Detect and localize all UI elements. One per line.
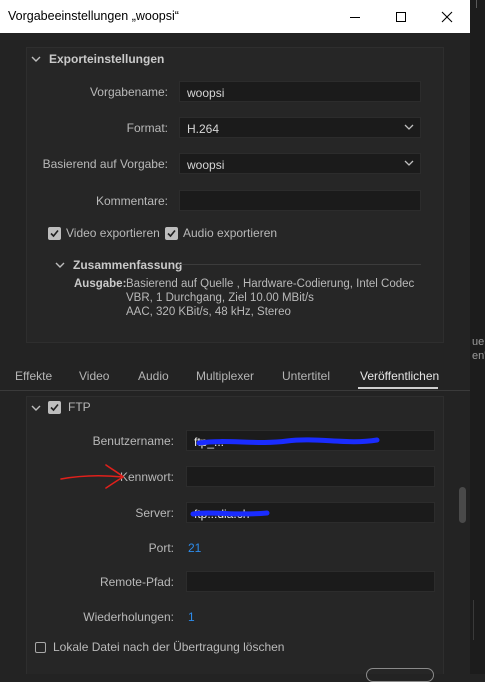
tab-audio[interactable]: Audio [138,369,169,383]
tab-bar: Effekte Video Audio Multiplexer Untertit… [0,364,470,391]
comments-input[interactable] [179,190,421,211]
partial-button[interactable] [366,668,434,682]
delete-local-file-checkbox[interactable]: Lokale Datei nach der Übertragung lösche… [35,640,284,654]
based-on-preset-label: Basierend auf Vorgabe: [42,157,168,171]
port-value[interactable]: 21 [188,541,201,555]
redaction-scribble [196,437,380,446]
video-export-label: Video exportieren [66,226,160,240]
summary-line: Basierend auf Quelle , Hardware-Codierun… [126,278,415,290]
username-label: Benutzername: [92,434,174,448]
format-select[interactable]: H.264 [179,117,421,138]
tab-publish[interactable]: Veröffentlichen [360,369,439,383]
summary-collapse-toggle[interactable] [55,259,65,273]
close-icon [441,11,453,22]
remote-path-label: Remote-Pfad: [99,575,174,589]
preset-name-input[interactable]: woopsi [179,81,421,102]
background-text-fragment: uel [472,336,485,348]
remote-path-input[interactable] [186,571,435,592]
checkbox-checked-icon [48,226,61,240]
tab-video[interactable]: Video [79,369,109,383]
divider [473,600,474,640]
retries-value[interactable]: 1 [188,610,195,624]
checkbox-checked-icon [165,226,178,240]
background-window-edge: uel en" [470,0,485,674]
ftp-enable-checkbox[interactable]: FTP [48,400,91,414]
port-label: Port: [148,541,174,555]
minimize-button[interactable] [332,0,378,33]
collapse-toggle[interactable] [31,53,41,67]
audio-export-checkbox[interactable]: Audio exportieren [165,226,277,240]
annotation-arrow [60,464,125,489]
active-tab-indicator [358,387,438,389]
maximize-icon [396,11,406,22]
scrollbar-thumb[interactable] [459,487,466,523]
divider [180,264,421,265]
chevron-down-icon [404,124,414,130]
password-input[interactable] [186,466,435,487]
checkbox-checked-icon [48,400,61,414]
chevron-down-icon [31,56,41,62]
server-input[interactable]: ftp...dia.ch [186,502,435,523]
divider [476,0,477,8]
video-export-checkbox[interactable]: Video exportieren [48,226,160,240]
summary-output-label: Ausgabe: [74,278,127,290]
server-label: Server: [135,506,174,520]
summary-heading: Zusammenfassung [73,258,183,272]
tab-subtitles[interactable]: Untertitel [282,369,330,383]
chevron-down-icon [55,262,65,268]
username-input[interactable]: ftp_... [186,430,435,451]
summary-line: VBR, 1 Durchgang, Ziel 10.00 MBit/s [126,292,314,304]
window-title: Vorgabeeinstellungen „woopsi“ [8,9,179,23]
title-bar: Vorgabeeinstellungen „woopsi“ [0,0,470,33]
background-text-fragment: en" [472,350,485,362]
preset-name-label: Vorgabename: [89,85,168,99]
tab-effects[interactable]: Effekte [15,369,52,383]
ftp-heading: FTP [68,400,91,414]
audio-export-label: Audio exportieren [183,226,278,240]
checkbox-unchecked-icon [35,641,46,653]
ftp-collapse-toggle[interactable] [31,402,41,416]
retries-label: Wiederholungen: [83,610,174,624]
maximize-button[interactable] [378,0,424,33]
chevron-down-icon [31,405,41,411]
summary-line: AAC, 320 KBit/s, 48 kHz, Stereo [126,306,291,318]
comments-label: Kommentare: [95,194,168,208]
minimize-icon [350,16,360,18]
redaction-scribble [190,510,270,517]
chevron-down-icon [404,160,414,166]
format-select-value: H.264 [187,122,220,136]
based-on-preset-value: woopsi [187,158,225,172]
close-button[interactable] [424,0,470,33]
delete-local-file-label: Lokale Datei nach der Übertragung lösche… [53,640,285,654]
format-label: Format: [126,121,168,135]
section-heading: Exporteinstellungen [49,52,165,66]
tab-multiplexer[interactable]: Multiplexer [196,369,254,383]
based-on-preset-select[interactable]: woopsi [179,153,421,174]
